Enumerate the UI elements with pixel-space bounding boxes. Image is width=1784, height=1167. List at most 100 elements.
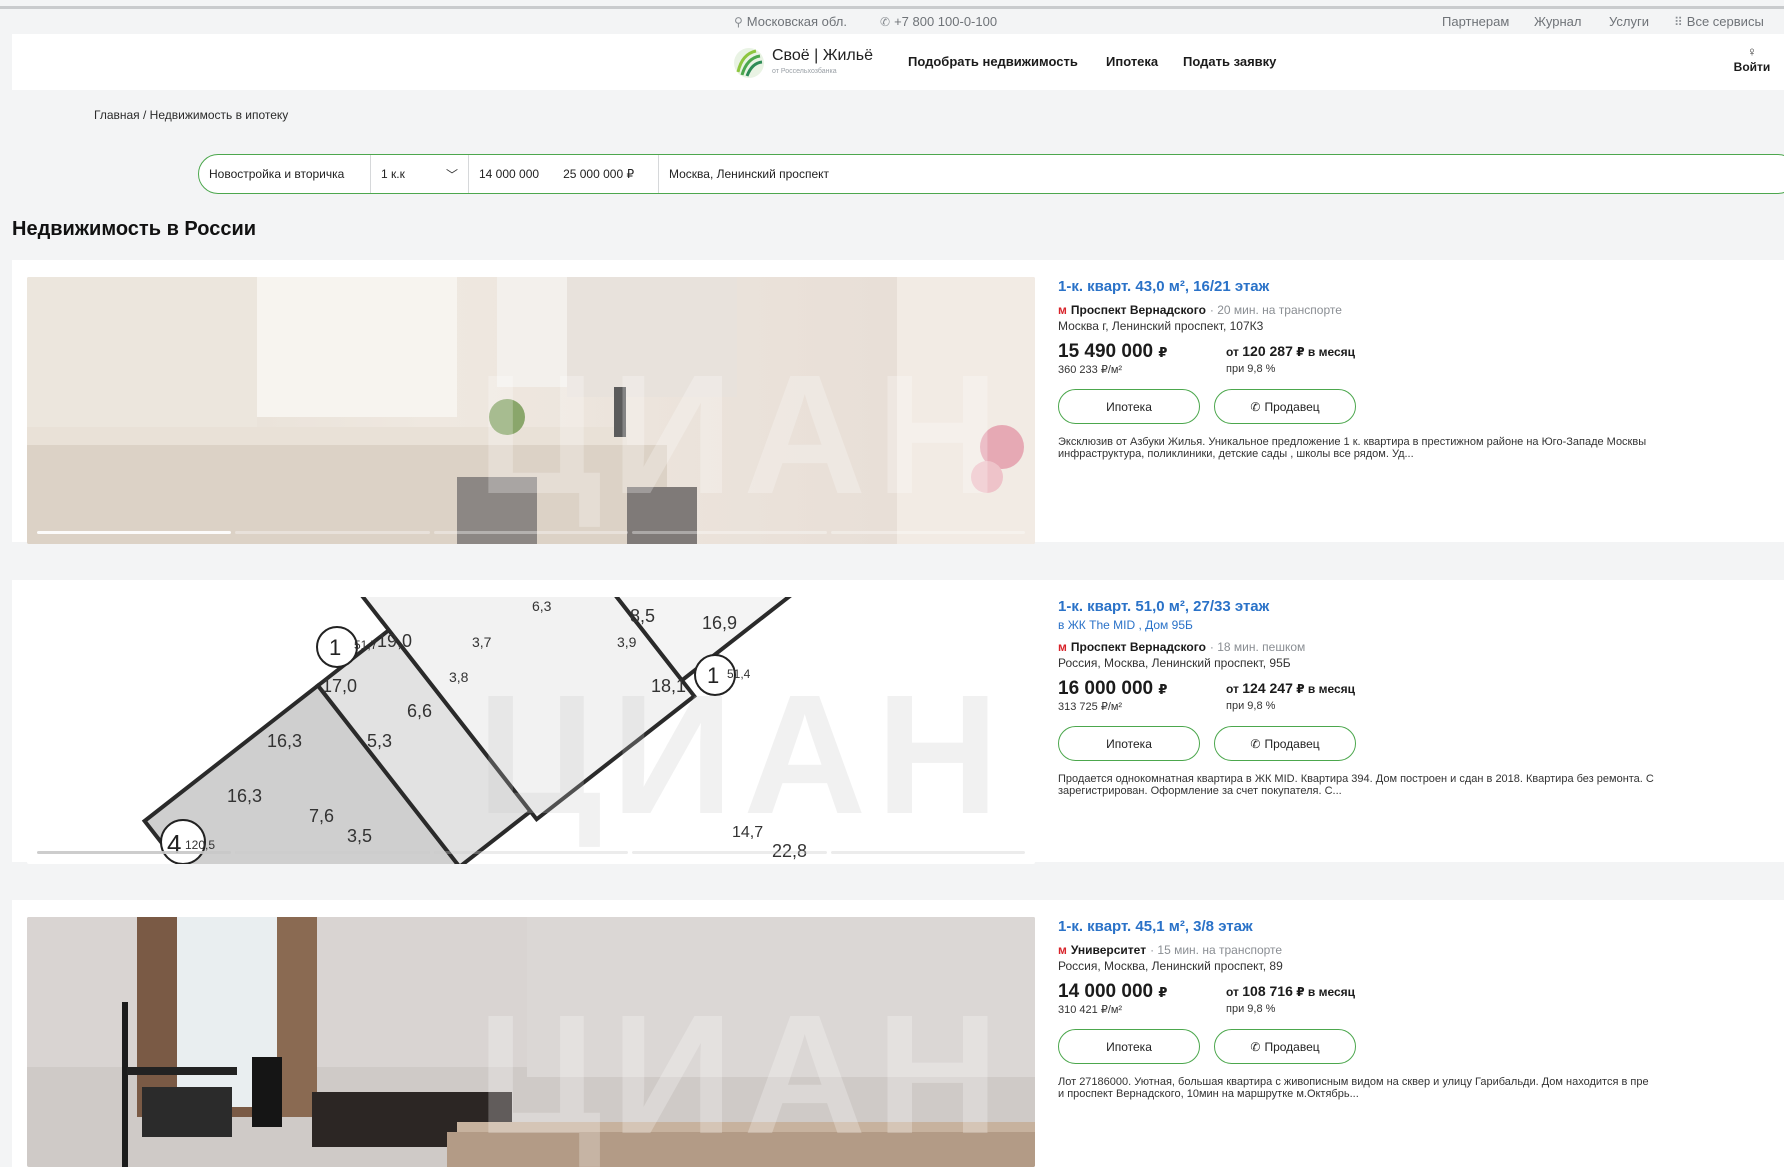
listing-description: Продается однокомнатная квартира в ЖК MI… — [1058, 773, 1784, 797]
seller-button[interactable]: ✆ Продавец — [1214, 389, 1356, 424]
seller-button-label: Продавец — [1264, 1039, 1320, 1054]
login-button[interactable]: ♀ Войти — [1730, 44, 1774, 74]
link-journal[interactable]: Журнал — [1534, 14, 1581, 29]
price-value: 16 000 000 — [1058, 678, 1154, 699]
seller-button[interactable]: ✆ Продавец — [1214, 1029, 1356, 1064]
area-label: 3,8 — [449, 669, 469, 685]
metro-line: м Университет · 15 мин. на транспорте — [1058, 943, 1784, 957]
mortgage-button[interactable]: Ипотека — [1058, 389, 1200, 424]
metro-icon: м — [1058, 943, 1067, 957]
gallery-indicator — [37, 531, 1026, 534]
price-currency: ₽ — [1158, 345, 1168, 360]
address-value: Москва, Ленинский проспект — [669, 167, 830, 181]
listing-address: Москва г, Ленинский проспект, 107К3 — [1058, 319, 1264, 333]
monthly-amount: 108 716 — [1242, 983, 1293, 999]
mortgage-button-label: Ипотека — [1106, 736, 1152, 751]
monthly-prefix: от — [1226, 985, 1239, 999]
property-type-select[interactable]: Новостройка и вторичка — [199, 155, 371, 193]
price-per-m2: 310 421 ₽/м² — [1058, 1004, 1123, 1016]
region-label: Московская обл. — [746, 14, 847, 29]
monthly-prefix: от — [1226, 682, 1239, 696]
phone-icon: ✆ — [1250, 1039, 1261, 1054]
nav-apply[interactable]: Подать заявку — [1183, 54, 1276, 69]
listing-card[interactable]: 1 51,7 19,0 17,0 6,6 3,8 3,7 16,3 5,3 16… — [12, 580, 1784, 864]
monthly-amount: 120 287 — [1242, 343, 1293, 359]
chevron-down-icon: ﹀ — [445, 167, 458, 182]
area-label: 19,0 — [377, 631, 412, 651]
link-partners-label: Партнерам — [1442, 14, 1510, 29]
listing-photo[interactable]: ЦИАН — [27, 917, 1035, 1167]
price-per-m2: 313 725 ₽/м² — [1058, 701, 1123, 713]
region-selector[interactable]: ⚲ Московская обл. — [734, 14, 847, 29]
area-label: 16,9 — [702, 613, 737, 633]
metro-icon: м — [1058, 303, 1067, 317]
link-journal-label: Журнал — [1534, 14, 1582, 29]
price-currency: ₽ — [1158, 985, 1168, 1000]
gallery-indicator — [37, 851, 1026, 854]
monthly-payment: от 108 716 ₽ в месяц — [1226, 983, 1355, 999]
watermark-text: ЦИАН — [477, 980, 1009, 1167]
price-block: 16 000 000 ₽ 313 725 ₽/м² от 124 247 ₽ в… — [1058, 678, 1784, 718]
listing-photo[interactable]: ЦИАН — [27, 277, 1035, 544]
monthly-payment: от 120 287 ₽ в месяц — [1226, 343, 1355, 359]
rooms-value: 1 к.к — [381, 167, 405, 181]
listing-address: Россия, Москва, Ленинский проспект, 89 — [1058, 959, 1283, 973]
leaf-logo-icon — [734, 48, 764, 78]
all-services-button[interactable]: ⠿ Все сервисы — [1674, 14, 1764, 29]
listing-actions: Ипотека ✆ Продавец — [1058, 726, 1784, 761]
description-line: Продается однокомнатная квартира в ЖК MI… — [1058, 773, 1654, 785]
listing-title[interactable]: 1-к. кварт. 45,1 м², 3/8 этаж — [1058, 918, 1784, 935]
logo-title: Своё | Жильё — [772, 47, 873, 64]
area-label: 7,6 — [309, 806, 334, 826]
search-bar: Новостройка и вторичка 1 к.к ﹀ 14 000 00… — [198, 154, 1784, 194]
listing-title[interactable]: 1-к. кварт. 43,0 м², 16/21 этаж — [1058, 278, 1784, 295]
phone-link[interactable]: ✆ +7 800 100-0-100 — [880, 14, 997, 29]
monthly-suffix: ₽ в месяц — [1296, 345, 1356, 359]
link-services-label: Услуги — [1609, 14, 1649, 29]
listing-description: Эксклюзив от Азбуки Жилья. Уникальное пр… — [1058, 436, 1784, 460]
metro-station: Проспект Вернадского — [1070, 303, 1206, 317]
nav-find-property[interactable]: Подобрать недвижимость — [908, 54, 1078, 69]
phone-icon: ✆ — [880, 14, 891, 29]
header: Своё | Жильё от Россельхозбанка Подобрат… — [12, 34, 1784, 90]
area-label: 17,0 — [322, 676, 357, 696]
description-line: зарегистрирован. Оформление за счет поку… — [1058, 785, 1342, 797]
metro-line: м Проспект Вернадского · 18 мин. пешком — [1058, 640, 1784, 654]
rooms-select[interactable]: 1 к.к ﹀ — [371, 155, 469, 193]
listing-address: Россия, Москва, Ленинский проспект, 95Б — [1058, 656, 1291, 670]
price-value: 15 490 000 — [1058, 341, 1154, 362]
link-services[interactable]: Услуги — [1609, 14, 1649, 29]
price-to-input[interactable]: 25 000 000 ₽ — [563, 167, 634, 181]
price-block: 15 490 000 ₽ 360 233 ₽/м² от 120 287 ₽ в… — [1058, 341, 1784, 381]
area-label: 120,5 — [185, 838, 215, 852]
listing-photo[interactable]: 1 51,7 19,0 17,0 6,6 3,8 3,7 16,3 5,3 16… — [27, 597, 1035, 864]
area-label: 5,3 — [367, 731, 392, 751]
listing-card[interactable]: ЦИАН 1-к. кварт. 45,1 м², 3/8 этаж м Уни… — [12, 900, 1784, 1167]
monthly-prefix: от — [1226, 345, 1239, 359]
listing-actions: Ипотека ✆ Продавец — [1058, 389, 1784, 424]
login-label: Войти — [1733, 60, 1771, 74]
area-label: 3,9 — [617, 634, 637, 650]
price-range: 14 000 000 25 000 000 ₽ — [469, 155, 659, 193]
watermark-text: ЦИАН — [477, 340, 1009, 530]
nav-mortgage[interactable]: Ипотека — [1106, 54, 1158, 69]
transit-time: · 20 мин. на транспорте — [1209, 303, 1342, 317]
phone-label: +7 800 100-0-100 — [894, 14, 998, 29]
property-type-value: Новостройка и вторичка — [209, 167, 345, 181]
logo[interactable]: Своё | Жильё от Россельхозбанка — [732, 44, 882, 84]
listing-info: 1-к. кварт. 43,0 м², 16/21 этаж м Проспе… — [1058, 278, 1784, 460]
metro-line: м Проспект Вернадского · 20 мин. на тран… — [1058, 303, 1784, 317]
mortgage-button[interactable]: Ипотека — [1058, 1029, 1200, 1064]
listing-card[interactable]: ЦИАН 1-к. кварт. 43,0 м², 16/21 этаж м П… — [12, 260, 1784, 544]
link-partners[interactable]: Партнерам — [1442, 14, 1509, 29]
complex-link[interactable]: в ЖК The MID , Дом 95Б — [1058, 618, 1784, 632]
price-from-input[interactable]: 14 000 000 — [479, 167, 539, 181]
listing-title[interactable]: 1-к. кварт. 51,0 м², 27/33 этаж — [1058, 598, 1784, 615]
monthly-amount: 124 247 — [1242, 680, 1293, 696]
address-input[interactable]: Москва, Ленинский проспект — [659, 155, 1784, 193]
price-currency: ₽ — [626, 167, 635, 181]
page-title: Недвижимость в России — [12, 218, 257, 240]
breadcrumb[interactable]: Главная / Недвижимость в ипотеку — [94, 108, 288, 122]
seller-button[interactable]: ✆ Продавец — [1214, 726, 1356, 761]
mortgage-button[interactable]: Ипотека — [1058, 726, 1200, 761]
